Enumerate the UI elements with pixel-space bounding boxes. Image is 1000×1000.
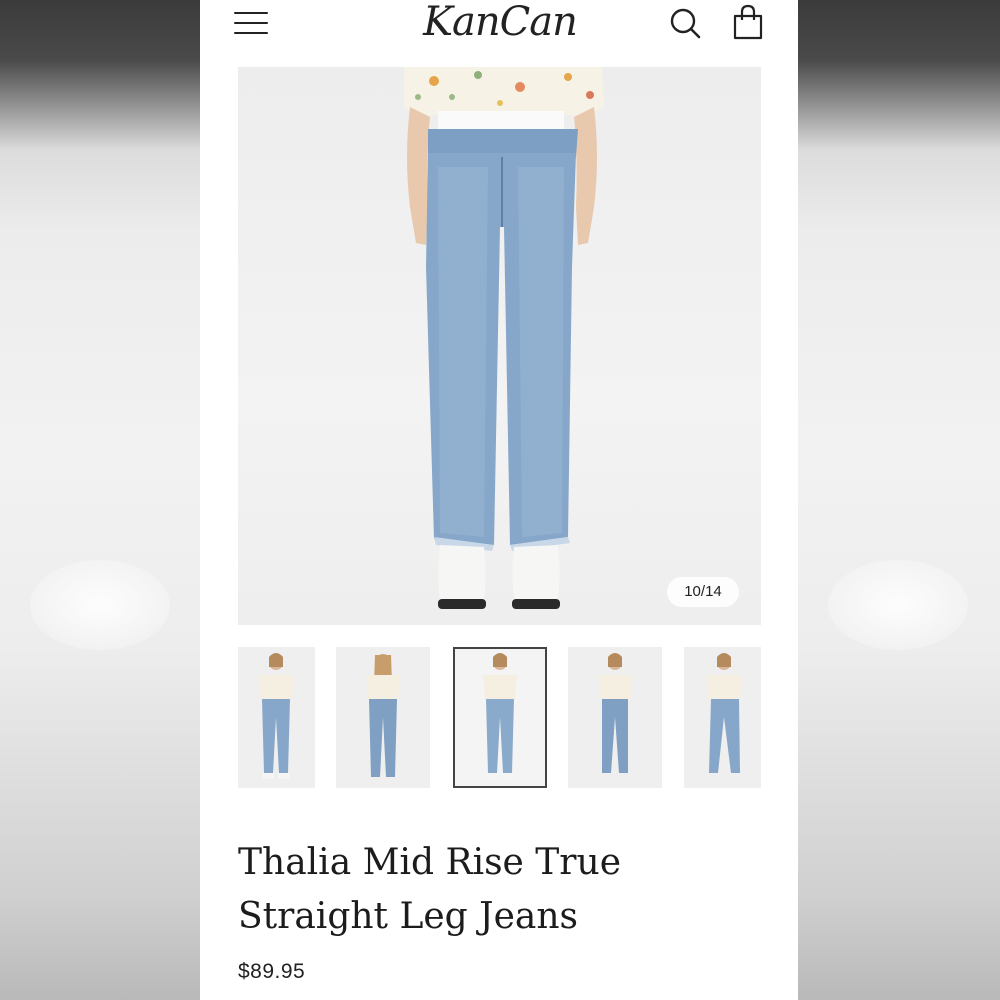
thumbnail-5[interactable] bbox=[684, 647, 761, 788]
hamburger-menu-icon[interactable] bbox=[234, 10, 270, 38]
backdrop-blur bbox=[30, 560, 170, 650]
product-title-line-2: Straight Leg Jeans bbox=[238, 896, 579, 937]
thumbnail-1[interactable] bbox=[238, 647, 315, 788]
product-page: KanCan 10/14 Thalia Mid Rise True Straig… bbox=[200, 0, 798, 1000]
thumbnail-strip bbox=[238, 647, 761, 788]
left-backdrop bbox=[0, 0, 200, 1000]
thumbnail-3-active[interactable] bbox=[453, 647, 547, 788]
product-title: Thalia Mid Rise True Straight Leg Jeans bbox=[238, 836, 758, 944]
product-title-line-1: Thalia Mid Rise True bbox=[238, 842, 622, 883]
thumbnail-2[interactable] bbox=[336, 647, 430, 788]
site-header: KanCan bbox=[200, 0, 798, 60]
main-product-image[interactable]: 10/14 bbox=[238, 67, 761, 625]
thumbnail-4[interactable] bbox=[568, 647, 662, 788]
shopping-bag-icon[interactable] bbox=[732, 4, 764, 40]
product-price: $89.95 bbox=[238, 960, 306, 983]
backdrop-blur bbox=[828, 560, 968, 650]
brand-logo[interactable]: KanCan bbox=[405, 0, 595, 48]
search-icon[interactable] bbox=[668, 6, 702, 40]
image-counter: 10/14 bbox=[667, 577, 739, 607]
model-photo bbox=[404, 67, 604, 609]
right-backdrop bbox=[798, 0, 1000, 1000]
